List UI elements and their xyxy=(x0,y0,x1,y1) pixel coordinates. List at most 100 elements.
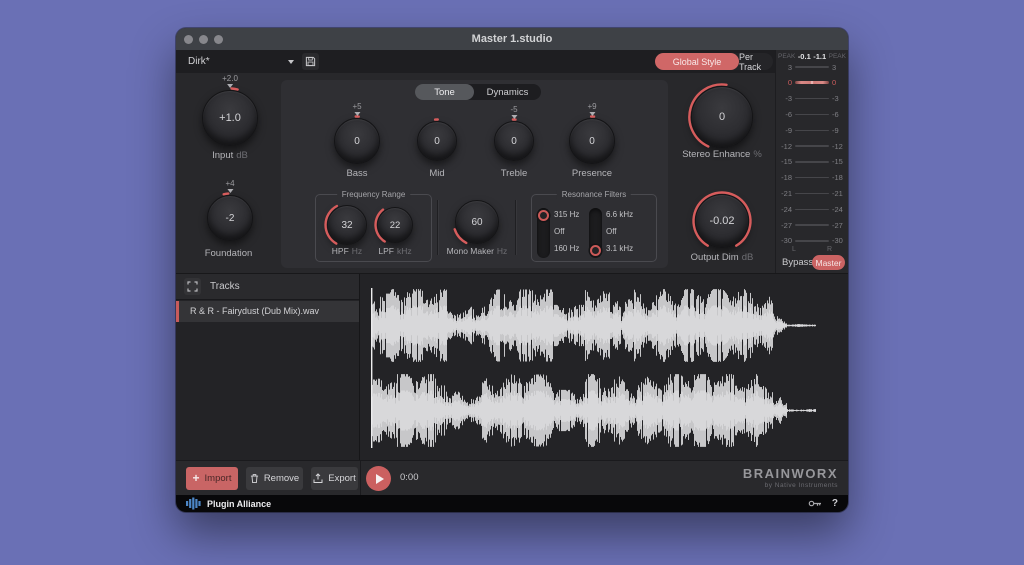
peak-label-right: PEAK xyxy=(829,53,846,60)
style-toggle: Global Style Per Track xyxy=(655,53,773,70)
peak-readout: PEAK -0.1 -1.1 PEAK xyxy=(778,52,846,61)
resonance-slider-left-thumb[interactable] xyxy=(538,210,549,221)
knob-value: -2 xyxy=(207,195,253,241)
input-knob-label: InputdB xyxy=(180,150,280,161)
resonance-left-options: 315 HzOff160 Hz xyxy=(554,206,579,257)
play-icon xyxy=(376,474,384,484)
preset-toolbar: Dirk* Global Style Per Track xyxy=(176,50,775,73)
resonance-option[interactable]: Off xyxy=(554,223,579,240)
global-style-button[interactable]: Global Style xyxy=(655,53,739,70)
meter-scale-row: -30-30 xyxy=(777,237,847,245)
output-dim-knob[interactable]: -0.02 xyxy=(695,194,749,248)
hpf-knob[interactable]: 32 xyxy=(327,205,367,245)
knob-value: 0 xyxy=(569,118,615,164)
meter-scale-row: -15-15 xyxy=(777,158,847,166)
chevron-down-icon xyxy=(288,60,294,64)
resonance-option[interactable]: 6.6 kHz xyxy=(606,206,633,223)
waveform-display[interactable] xyxy=(360,274,848,461)
knob-value: 0 xyxy=(334,118,380,164)
peak-value-left: -0.1 xyxy=(798,52,811,61)
divider xyxy=(360,461,361,496)
divider xyxy=(515,200,516,255)
knob-marker: +4 xyxy=(225,180,234,193)
bypass-toggle[interactable]: Bypass xyxy=(782,257,813,268)
channel-label-right: R xyxy=(827,246,832,253)
corner-brackets-icon xyxy=(187,281,198,292)
mono-maker-knob-label: Mono MakerHz xyxy=(427,246,527,256)
meter-scale-row: 00 xyxy=(777,79,847,87)
stereo-enhance-knob-label: Stereo Enhance% xyxy=(672,149,772,160)
foundation-knob[interactable]: -2+4 xyxy=(207,195,253,241)
knob-value: 0 xyxy=(691,86,753,148)
brainworx-branding: BRAINWORX by Native Instruments xyxy=(743,466,838,489)
tracks-header: Tracks xyxy=(176,274,359,300)
save-button[interactable] xyxy=(302,53,319,70)
resonance-option[interactable]: 315 Hz xyxy=(554,206,579,223)
knob-marker: +9 xyxy=(587,103,596,116)
knob-value: -0.02 xyxy=(695,194,749,248)
knob-value: 22 xyxy=(377,207,413,243)
resonance-option[interactable]: Off xyxy=(606,223,633,240)
lower-section: Tracks R & R - Fairydust (Dub Mix).wav xyxy=(176,273,848,460)
resonance-right-options: 6.6 kHzOff3.1 kHz xyxy=(606,206,633,257)
tracks-title: Tracks xyxy=(210,281,240,292)
track-list: R & R - Fairydust (Dub Mix).wav xyxy=(176,301,359,322)
mono-maker-knob[interactable]: 60 xyxy=(455,200,499,244)
brainworx-logo: BRAINWORX xyxy=(743,466,838,481)
tab-tone[interactable]: Tone xyxy=(415,84,474,100)
expand-tracks-button[interactable] xyxy=(184,278,201,295)
plugin-alliance-bar: Plugin Alliance ? xyxy=(176,495,848,512)
meter-scale-row: -12-12 xyxy=(777,142,847,150)
per-track-button[interactable]: Per Track xyxy=(739,53,773,70)
remove-button[interactable]: Remove xyxy=(246,467,303,490)
resonance-slider-right[interactable] xyxy=(589,208,602,258)
preset-name: Dirk* xyxy=(188,56,288,67)
meter-scale-row: -9-9 xyxy=(777,126,847,134)
resonance-slider-right-thumb[interactable] xyxy=(590,245,601,256)
export-button[interactable]: Export xyxy=(311,467,358,490)
stereo-enhance-knob[interactable]: 0 xyxy=(691,86,753,148)
peak-label-left: PEAK xyxy=(778,53,795,60)
treble-knob[interactable]: 0-5 xyxy=(494,121,534,161)
meter-scale: 3300-3-3-6-6-9-9-12-12-15-15-18-18-21-21… xyxy=(777,63,847,245)
tone-dynamics-tabs: Tone Dynamics xyxy=(415,84,541,100)
knob-value: 0 xyxy=(417,121,457,161)
meter-scale-row: 33 xyxy=(777,63,847,71)
export-icon xyxy=(313,473,323,484)
import-button[interactable]: + Import xyxy=(186,467,238,490)
resonance-filters-title: Resonance Filters xyxy=(557,190,631,199)
resonance-option[interactable]: 160 Hz xyxy=(554,240,579,257)
bass-knob[interactable]: 0+5 xyxy=(334,118,380,164)
play-button[interactable] xyxy=(366,466,391,491)
mid-knob[interactable]: 0 xyxy=(417,121,457,161)
tab-dynamics[interactable]: Dynamics xyxy=(474,84,541,100)
lpf-knob[interactable]: 22 xyxy=(377,207,413,243)
plugin-alliance-logo-icon xyxy=(186,497,201,510)
meter-scale-row: -24-24 xyxy=(777,205,847,213)
window-title: Master 1.studio xyxy=(176,28,848,50)
resonance-slider-left[interactable] xyxy=(537,208,550,258)
trash-icon xyxy=(250,473,259,484)
meter-scale-row: -6-6 xyxy=(777,110,847,118)
meter-scale-row: -27-27 xyxy=(777,221,847,229)
knob-marker: +2.0 xyxy=(222,75,238,88)
knob-marker: +5 xyxy=(352,103,361,116)
track-list-item[interactable]: R & R - Fairydust (Dub Mix).wav xyxy=(176,301,359,322)
preset-selector[interactable]: Dirk* xyxy=(188,50,294,73)
help-button[interactable]: ? xyxy=(832,498,838,509)
master-button[interactable]: Master xyxy=(812,255,845,270)
meter-scale-row: -18-18 xyxy=(777,174,847,182)
waveform-panel[interactable] xyxy=(360,274,848,461)
presence-knob[interactable]: 0+9 xyxy=(569,118,615,164)
input-knob[interactable]: +1.0+2.0 xyxy=(202,90,258,146)
playback-time: 0:00 xyxy=(400,472,419,483)
resonance-option[interactable]: 3.1 kHz xyxy=(606,240,633,257)
desktop-background: Master 1.studio Dirk* Global Style Per T… xyxy=(0,0,1024,565)
license-key-icon[interactable] xyxy=(808,498,822,509)
meter-scale-row: -3-3 xyxy=(777,95,847,103)
floppy-disk-icon xyxy=(305,56,316,67)
tone-dynamics-panel: Tone Dynamics 0+5 0 0-5 0+9 Bass Mid Tre… xyxy=(281,80,668,268)
app-window: Master 1.studio Dirk* Global Style Per T… xyxy=(176,28,848,512)
output-meter: PEAK -0.1 -1.1 PEAK 33 00 -3-3 -6-6 -9-9 -12-… xyxy=(775,50,848,273)
knob-value: 60 xyxy=(455,200,499,244)
